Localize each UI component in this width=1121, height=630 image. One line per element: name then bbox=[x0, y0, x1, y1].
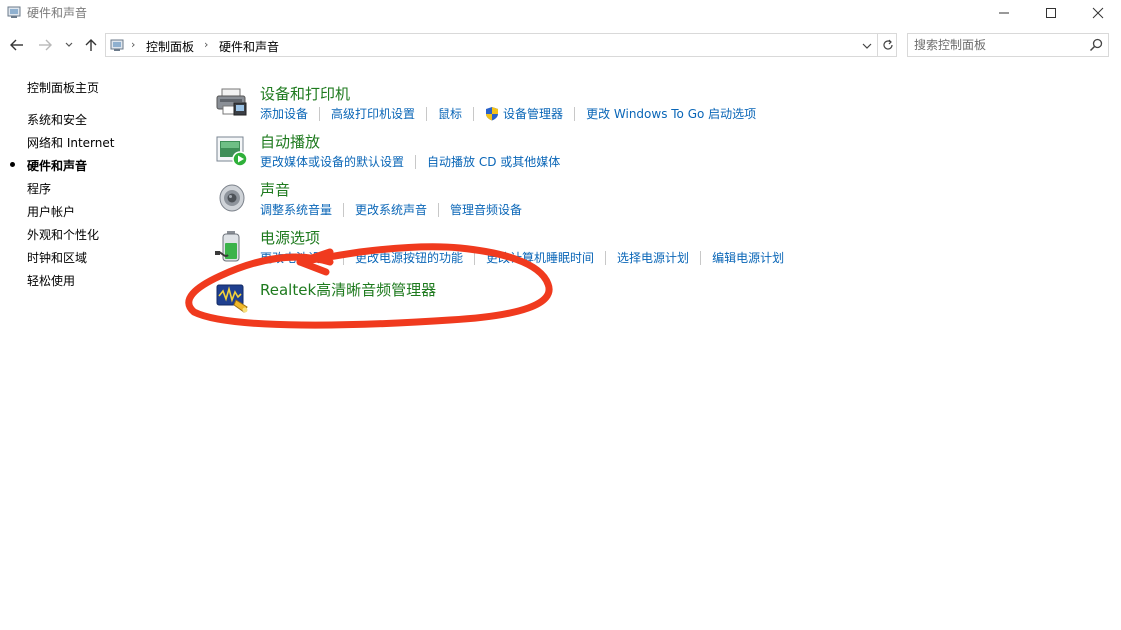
title-bar: 硬件和声音 bbox=[0, 0, 1121, 28]
link-add-device[interactable]: 添加设备 bbox=[260, 105, 308, 122]
link-adjust-volume[interactable]: 调整系统音量 bbox=[260, 201, 332, 218]
link-change-media-defaults[interactable]: 更改媒体或设备的默认设置 bbox=[260, 153, 404, 170]
link-choose-power-plan[interactable]: 选择电源计划 bbox=[617, 249, 689, 266]
maximize-button[interactable] bbox=[1028, 0, 1074, 26]
category-power-options: 电源选项 更改电池设置 更改电源按钮的功能 更改计算机睡眠时间 选择电源计划 编… bbox=[214, 227, 1094, 273]
link-divider bbox=[700, 250, 702, 265]
chevron-down-icon bbox=[65, 42, 73, 47]
window-title: 硬件和声音 bbox=[27, 6, 88, 20]
minimize-button[interactable] bbox=[981, 0, 1027, 26]
refresh-button[interactable] bbox=[877, 34, 897, 56]
link-change-system-sounds[interactable]: 更改系统声音 bbox=[355, 201, 427, 218]
search-input[interactable] bbox=[914, 37, 1082, 53]
realtek-audio-icon bbox=[216, 284, 248, 313]
link-divider bbox=[319, 106, 321, 121]
category-links: 更改媒体或设备的默认设置 自动播放 CD 或其他媒体 bbox=[260, 153, 560, 170]
category-links: 添加设备 高级打印机设置 鼠标 设备管理器 更改 Windows To Go 启… bbox=[260, 105, 756, 122]
breadcrumb-separator-icon: › bbox=[204, 38, 209, 51]
sidebar-item-programs[interactable]: 程序 bbox=[27, 180, 51, 197]
link-edit-power-plan[interactable]: 编辑电源计划 bbox=[712, 249, 784, 266]
search-box[interactable] bbox=[907, 33, 1109, 57]
sidebar-item-ease-of-access[interactable]: 轻松使用 bbox=[27, 272, 75, 289]
link-divider bbox=[438, 202, 440, 217]
link-divider bbox=[415, 154, 417, 169]
chevron-down-icon bbox=[862, 43, 872, 49]
recent-locations-button[interactable] bbox=[62, 34, 76, 56]
link-divider bbox=[343, 202, 345, 217]
category-sound: 声音 调整系统音量 更改系统声音 管理音频设备 bbox=[214, 179, 1094, 225]
category-title-realtek-audio[interactable]: Realtek高清晰音频管理器 bbox=[260, 279, 436, 300]
sidebar-item-network[interactable]: 网络和 Internet bbox=[27, 134, 114, 151]
link-advanced-printer[interactable]: 高级打印机设置 bbox=[331, 105, 415, 122]
forward-button[interactable] bbox=[34, 34, 56, 56]
breadcrumb-separator-icon: › bbox=[131, 38, 136, 51]
link-autoplay-cd[interactable]: 自动播放 CD 或其他媒体 bbox=[427, 153, 560, 170]
category-title-autoplay[interactable]: 自动播放 bbox=[260, 131, 320, 152]
address-dropdown-button[interactable] bbox=[860, 38, 874, 54]
link-sleep-time[interactable]: 更改计算机睡眠时间 bbox=[486, 249, 594, 266]
sidebar-item-home[interactable]: 控制面板主页 bbox=[27, 79, 99, 96]
maximize-icon bbox=[1046, 8, 1056, 18]
control-panel-icon bbox=[110, 39, 124, 51]
link-divider bbox=[426, 106, 428, 121]
link-divider bbox=[605, 250, 607, 265]
navigation-bar: › 控制面板 › 硬件和声音 bbox=[0, 30, 1121, 60]
category-autoplay: 自动播放 更改媒体或设备的默认设置 自动播放 CD 或其他媒体 bbox=[214, 131, 1094, 177]
uac-shield-icon bbox=[486, 107, 499, 121]
category-title-power-options[interactable]: 电源选项 bbox=[260, 227, 320, 248]
category-title-devices-printers[interactable]: 设备和打印机 bbox=[260, 83, 350, 104]
link-mouse[interactable]: 鼠标 bbox=[438, 105, 462, 122]
link-divider bbox=[473, 106, 475, 121]
up-button[interactable] bbox=[80, 34, 102, 56]
link-divider bbox=[474, 250, 476, 265]
active-bullet-icon bbox=[10, 162, 15, 167]
category-links: 调整系统音量 更改系统声音 管理音频设备 bbox=[260, 201, 522, 218]
control-panel-icon bbox=[7, 6, 21, 18]
category-title-sound[interactable]: 声音 bbox=[260, 179, 290, 200]
link-change-battery-settings[interactable]: 更改电池设置 bbox=[260, 249, 332, 266]
breadcrumb-control-panel[interactable]: 控制面板 bbox=[146, 38, 194, 55]
category-realtek-audio: Realtek高清晰音频管理器 bbox=[214, 278, 1094, 324]
minimize-icon bbox=[999, 12, 1009, 14]
close-button[interactable] bbox=[1075, 0, 1121, 26]
sidebar-item-system-security[interactable]: 系统和安全 bbox=[27, 111, 87, 128]
sidebar-item-appearance[interactable]: 外观和个性化 bbox=[27, 226, 99, 243]
arrow-left-icon bbox=[10, 39, 23, 51]
link-windows-to-go[interactable]: 更改 Windows To Go 启动选项 bbox=[586, 105, 756, 122]
link-device-manager[interactable]: 设备管理器 bbox=[503, 105, 563, 122]
link-power-button-function[interactable]: 更改电源按钮的功能 bbox=[355, 249, 463, 266]
printer-icon bbox=[216, 88, 247, 116]
sidebar-item-hardware-sound[interactable]: 硬件和声音 bbox=[27, 157, 87, 174]
category-devices-printers: 设备和打印机 添加设备 高级打印机设置 鼠标 设备管理器 更改 Windows … bbox=[214, 83, 1094, 129]
battery-icon bbox=[215, 231, 240, 262]
back-button[interactable] bbox=[6, 34, 28, 56]
link-divider bbox=[574, 106, 576, 121]
arrow-up-icon bbox=[85, 39, 97, 51]
address-bar[interactable]: › 控制面板 › 硬件和声音 bbox=[105, 33, 897, 57]
link-manage-audio-devices[interactable]: 管理音频设备 bbox=[450, 201, 522, 218]
speaker-icon bbox=[219, 184, 245, 212]
breadcrumb-hardware-sound[interactable]: 硬件和声音 bbox=[219, 38, 279, 55]
link-divider bbox=[343, 250, 345, 265]
arrow-right-icon bbox=[39, 39, 52, 51]
sidebar-item-user-accounts[interactable]: 用户帐户 bbox=[27, 203, 75, 220]
close-icon bbox=[1092, 7, 1104, 19]
search-icon[interactable] bbox=[1088, 37, 1104, 53]
refresh-icon bbox=[882, 39, 893, 50]
sidebar-item-clock-region[interactable]: 时钟和区域 bbox=[27, 249, 87, 266]
autoplay-icon bbox=[216, 136, 248, 167]
category-links: 更改电池设置 更改电源按钮的功能 更改计算机睡眠时间 选择电源计划 编辑电源计划 bbox=[260, 249, 784, 266]
